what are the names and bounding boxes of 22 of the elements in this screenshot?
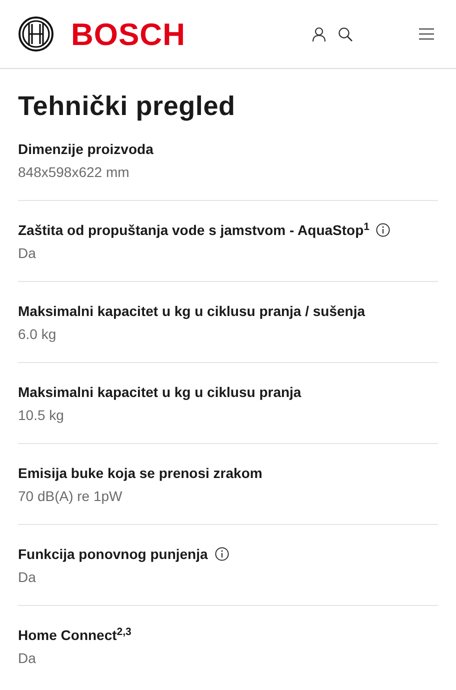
spec-value: 848x598x622 mm [18, 163, 130, 182]
spec-label: Dimenzije proizvoda [18, 140, 154, 159]
spec-label: Home Connect$^{2,3}$ [18, 625, 132, 645]
brand-logo[interactable]: BOSCH [71, 18, 186, 50]
info-icon[interactable] [376, 223, 390, 237]
spec-value: Da [18, 244, 37, 263]
user-icon [312, 26, 326, 42]
search-icon [338, 26, 352, 42]
spec-label: Funkcija ponovnog punjenja [18, 545, 208, 564]
spec-label: Maksimalni kapacitet u kg u ciklusu pranja [18, 383, 302, 402]
spec-value: 6.0 kg [18, 325, 58, 344]
spec-label: Zaštita od propuštanja vode s jamstvom - AquaStop$^{1}$ [18, 220, 370, 240]
spec-value: 10.5 kg [18, 406, 65, 425]
spec-value: Da [18, 649, 37, 668]
spec-label: Maksimalni kapacitet u kg u ciklusu pranja / sušenja [18, 302, 366, 321]
spec-value: 70 dB(A) re 1pW [18, 487, 124, 506]
menu-icon [418, 28, 434, 40]
spec-value: Da [18, 568, 37, 587]
logo-icon [18, 16, 54, 52]
info-icon[interactable] [214, 547, 229, 561]
spec-label: Emisija buke koja se prenosi zrakom [18, 464, 262, 483]
page-title: Tehnički pregled [18, 90, 236, 123]
